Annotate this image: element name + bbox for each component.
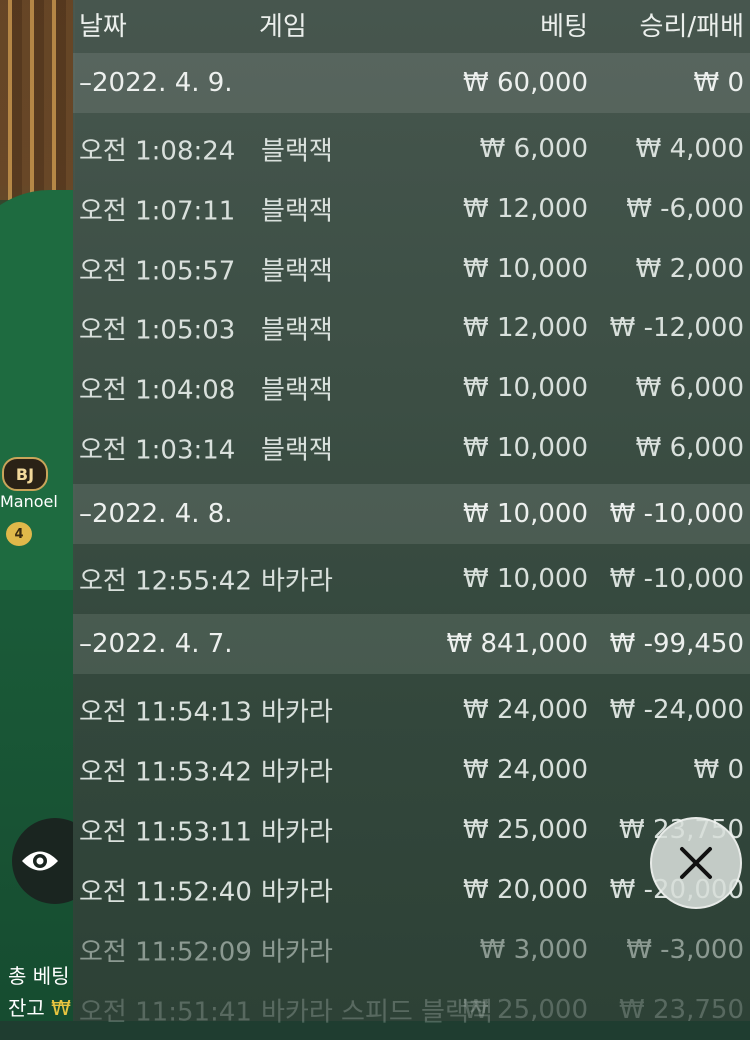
history-row[interactable]: 오전 1:07:11 블랙잭 ₩ 12,000 ₩ -6,000 (73, 179, 750, 239)
row-result: ₩ -24,000 (609, 695, 744, 725)
row-game: 바카라 (261, 566, 333, 597)
group-date: –2022. 4. 9. (79, 68, 233, 98)
row-result: ₩ 6,000 (635, 433, 744, 463)
row-game: 바카라 (261, 757, 333, 788)
row-bet: ₩ 10,000 (463, 564, 588, 594)
row-bet: ₩ 10,000 (463, 254, 588, 284)
row-time: 오전 1:05:03 (79, 315, 236, 346)
row-time: 오전 12:55:42 (79, 566, 252, 597)
row-result: ₩ -6,000 (626, 194, 744, 224)
history-row[interactable]: 오전 1:08:24 블랙잭 ₩ 6,000 ₩ 4,000 (73, 119, 750, 179)
balance-label: 잔고 ₩ (8, 992, 71, 1021)
header-date: 날짜 (79, 12, 127, 42)
row-time: 오전 1:08:24 (79, 136, 236, 167)
header-bet: 베팅 (540, 12, 588, 42)
row-bet: ₩ 10,000 (463, 373, 588, 403)
row-game: 바카라 (261, 937, 333, 968)
history-row[interactable]: 오전 11:53:11 바카라 ₩ 25,000 ₩ 23,750 (73, 800, 750, 860)
bj-badge: BJ (2, 457, 48, 491)
row-result: ₩ -10,000 (609, 564, 744, 594)
close-icon (680, 847, 712, 879)
row-game: 블랙잭 (261, 315, 333, 346)
row-bet: ₩ 25,000 (463, 815, 588, 845)
row-time: 오전 11:53:11 (79, 817, 252, 848)
history-row[interactable]: 오전 1:05:03 블랙잭 ₩ 12,000 ₩ -12,000 (73, 298, 750, 358)
row-result: ₩ 0 (693, 755, 744, 785)
medal-icon: 4 (6, 522, 32, 546)
date-group-row[interactable]: –2022. 4. 9. ₩ 60,000 ₩ 0 (73, 53, 750, 113)
row-time: 오전 11:54:13 (79, 697, 252, 728)
history-row[interactable]: 오전 11:52:09 바카라 ₩ 3,000 ₩ -3,000 (73, 920, 750, 980)
header-result: 승리/패배 (639, 12, 744, 42)
history-row[interactable]: 오전 11:53:42 바카라 ₩ 24,000 ₩ 0 (73, 740, 750, 800)
row-bet: ₩ 3,000 (479, 935, 588, 965)
history-row[interactable]: 오전 1:05:57 블랙잭 ₩ 10,000 ₩ 2,000 (73, 239, 750, 299)
row-game: 블랙잭 (261, 136, 333, 167)
row-time: 오전 11:51:41 (79, 997, 252, 1028)
group-bet: ₩ 10,000 (463, 499, 588, 529)
curtain-decoration (0, 0, 75, 200)
history-row[interactable]: 오전 11:52:40 바카라 ₩ 20,000 ₩ -20,000 (73, 860, 750, 920)
history-row[interactable]: 오전 1:04:08 블랙잭 ₩ 10,000 ₩ 6,000 (73, 358, 750, 418)
row-result: ₩ 6,000 (635, 373, 744, 403)
row-game: 바카라 (261, 877, 333, 908)
row-bet: ₩ 10,000 (463, 433, 588, 463)
row-bet: ₩ 20,000 (463, 875, 588, 905)
row-time: 오전 1:04:08 (79, 375, 236, 406)
row-game: 블랙잭 (261, 256, 333, 287)
row-time: 오전 1:05:57 (79, 256, 236, 287)
row-game: 블랙잭 (261, 435, 333, 466)
group-result: ₩ 0 (693, 68, 744, 98)
row-game: 바카라 스피드 블랙잭 (261, 997, 493, 1028)
row-bet: ₩ 12,000 (463, 313, 588, 343)
row-bet: ₩ 24,000 (463, 695, 588, 725)
history-header: 날짜 게임 베팅 승리/패배 (73, 0, 750, 52)
group-bet: ₩ 841,000 (446, 629, 589, 659)
history-row[interactable]: 오전 12:55:42 바카라 ₩ 10,000 ₩ -10,000 (73, 549, 750, 609)
row-time: 오전 11:52:09 (79, 937, 252, 968)
balance-currency: ₩ (51, 996, 71, 1020)
group-date: –2022. 4. 8. (79, 499, 233, 529)
row-bet: ₩ 12,000 (463, 194, 588, 224)
row-game: 바카라 (261, 697, 333, 728)
row-game: 블랙잭 (261, 196, 333, 227)
row-result: ₩ 4,000 (635, 134, 744, 164)
row-time: 오전 1:07:11 (79, 196, 236, 227)
row-time: 오전 11:52:40 (79, 877, 252, 908)
row-bet: ₩ 6,000 (479, 134, 588, 164)
row-game: 바카라 (261, 817, 333, 848)
date-group-row[interactable]: –2022. 4. 7. ₩ 841,000 ₩ -99,450 (73, 614, 750, 674)
history-row[interactable]: 오전 1:03:14 블랙잭 ₩ 10,000 ₩ 6,000 (73, 418, 750, 478)
row-bet: ₩ 24,000 (463, 755, 588, 785)
row-result: ₩ -3,000 (626, 935, 744, 965)
row-time: 오전 11:53:42 (79, 757, 252, 788)
row-result: ₩ -12,000 (609, 313, 744, 343)
history-row[interactable]: 오전 11:51:41 바카라 스피드 블랙잭 ₩ 25,000 ₩ 23,75… (73, 980, 750, 1040)
date-group-row[interactable]: –2022. 4. 8. ₩ 10,000 ₩ -10,000 (73, 484, 750, 544)
player-name: Manoel (0, 492, 58, 511)
row-result: ₩ 2,000 (635, 254, 744, 284)
total-bet-label: 총 베팅 (8, 964, 70, 988)
history-row[interactable]: 오전 11:54:13 바카라 ₩ 24,000 ₩ -24,000 (73, 680, 750, 740)
group-result: ₩ -99,450 (609, 629, 744, 659)
eye-icon (22, 851, 58, 871)
row-game: 블랙잭 (261, 375, 333, 406)
balance-label-text: 잔고 (8, 996, 45, 1020)
bet-history-panel: 날짜 게임 베팅 승리/패배 –2022. 4. 9. ₩ 60,000 ₩ 0… (73, 0, 750, 1028)
group-date: –2022. 4. 7. (79, 629, 233, 659)
group-bet: ₩ 60,000 (463, 68, 588, 98)
close-button[interactable] (650, 817, 742, 909)
group-result: ₩ -10,000 (609, 499, 744, 529)
header-game: 게임 (259, 12, 307, 42)
row-time: 오전 1:03:14 (79, 435, 236, 466)
